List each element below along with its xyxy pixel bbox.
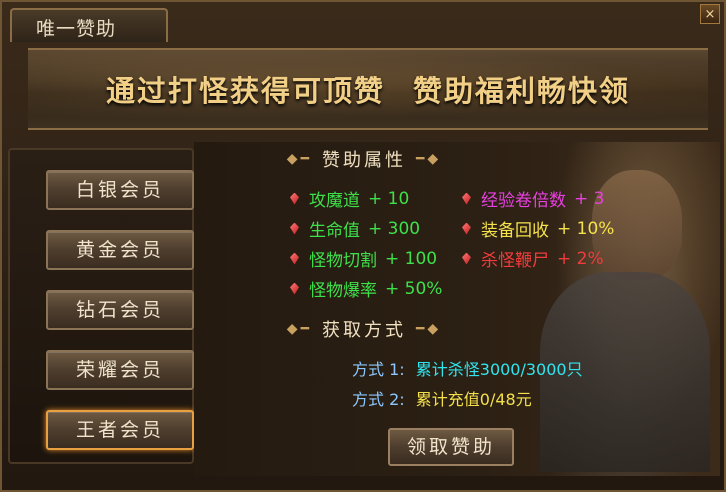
tier-button-glory[interactable]: 荣耀会员 bbox=[46, 350, 194, 390]
tier-button-diamond[interactable]: 钻石会员 bbox=[46, 290, 194, 330]
red-gem-icon bbox=[462, 192, 471, 205]
attribute-label: 生命值 bbox=[309, 221, 360, 241]
red-gem-icon bbox=[462, 252, 471, 265]
banner-text-right: 赞助福利畅快领 bbox=[413, 74, 631, 108]
ornament-right-icon: ━◆ bbox=[416, 151, 442, 167]
method-value: 累计充值0/48元 bbox=[415, 390, 532, 409]
attribute-item: 生命值 + 300 bbox=[290, 216, 420, 241]
attribute-label: 攻魔道 bbox=[309, 191, 360, 211]
attribute-item: 攻魔道 + 10 bbox=[290, 186, 409, 211]
attribute-value: + 3 bbox=[574, 188, 605, 209]
attribute-value: + 50% bbox=[385, 278, 443, 299]
banner: 通过打怪获得可顶赞 赞助福利畅快领 bbox=[28, 48, 708, 130]
red-gem-icon bbox=[462, 222, 471, 235]
ornament-left-icon: ◆━ bbox=[286, 151, 312, 167]
red-gem-icon bbox=[290, 282, 299, 295]
ornament-right-icon: ━◆ bbox=[416, 321, 442, 337]
tier-button-gold[interactable]: 黄金会员 bbox=[46, 230, 194, 270]
banner-text: 通过打怪获得可顶赞 赞助福利畅快领 bbox=[28, 50, 708, 128]
method-row: 方式 2: 累计充值0/48元 bbox=[352, 386, 532, 410]
attribute-value: + 100 bbox=[385, 248, 438, 269]
ornament-left-icon: ◆━ bbox=[286, 321, 312, 337]
sponsor-content-panel: ◆━ 赞助属性 ━◆ 攻魔道 + 10 经验卷倍数 + 3 生命值 + 300 … bbox=[194, 142, 720, 476]
attributes-heading: ◆━ 赞助属性 ━◆ bbox=[194, 144, 534, 174]
method-label: 方式 2: bbox=[352, 390, 405, 409]
close-button[interactable]: × bbox=[700, 4, 720, 24]
attribute-item: 装备回收 + 10% bbox=[462, 216, 614, 241]
attribute-item: 杀怪鞭尸 + 2% bbox=[462, 246, 604, 271]
methods-title: 获取方式 bbox=[322, 320, 406, 341]
sponsor-window: 唯一赞助 × 通过打怪获得可顶赞 赞助福利畅快领 白银会员 黄金会员 钻石会员 … bbox=[0, 0, 726, 492]
member-tier-sidebar: 白银会员 黄金会员 钻石会员 荣耀会员 王者会员 bbox=[8, 148, 194, 464]
tier-button-silver[interactable]: 白银会员 bbox=[46, 170, 194, 210]
methods-heading: ◆━ 获取方式 ━◆ bbox=[194, 314, 534, 344]
attributes-title: 赞助属性 bbox=[322, 150, 406, 171]
red-gem-icon bbox=[290, 252, 299, 265]
attribute-item: 怪物切割 + 100 bbox=[290, 246, 437, 271]
red-gem-icon bbox=[290, 192, 299, 205]
attribute-label: 怪物切割 bbox=[309, 251, 377, 271]
method-label: 方式 1: bbox=[352, 360, 405, 379]
tier-button-king[interactable]: 王者会员 bbox=[46, 410, 194, 450]
banner-text-left: 通过打怪获得可顶赞 bbox=[105, 74, 385, 108]
attribute-value: + 10% bbox=[557, 218, 615, 239]
method-row: 方式 1: 累计杀怪3000/3000只 bbox=[352, 356, 583, 380]
attribute-label: 杀怪鞭尸 bbox=[481, 251, 549, 271]
attribute-item: 经验卷倍数 + 3 bbox=[462, 186, 604, 211]
window-title: 唯一赞助 bbox=[36, 18, 117, 40]
attribute-value: + 10 bbox=[368, 188, 410, 209]
attribute-label: 装备回收 bbox=[481, 221, 549, 241]
attribute-label: 怪物爆率 bbox=[309, 281, 377, 301]
attribute-value: + 300 bbox=[368, 218, 421, 239]
red-gem-icon bbox=[290, 222, 299, 235]
attribute-label: 经验卷倍数 bbox=[481, 191, 566, 211]
attribute-value: + 2% bbox=[557, 248, 604, 269]
method-value: 累计杀怪3000/3000只 bbox=[415, 360, 583, 379]
claim-sponsor-button[interactable]: 领取赞助 bbox=[388, 428, 514, 466]
attribute-item: 怪物爆率 + 50% bbox=[290, 276, 442, 301]
